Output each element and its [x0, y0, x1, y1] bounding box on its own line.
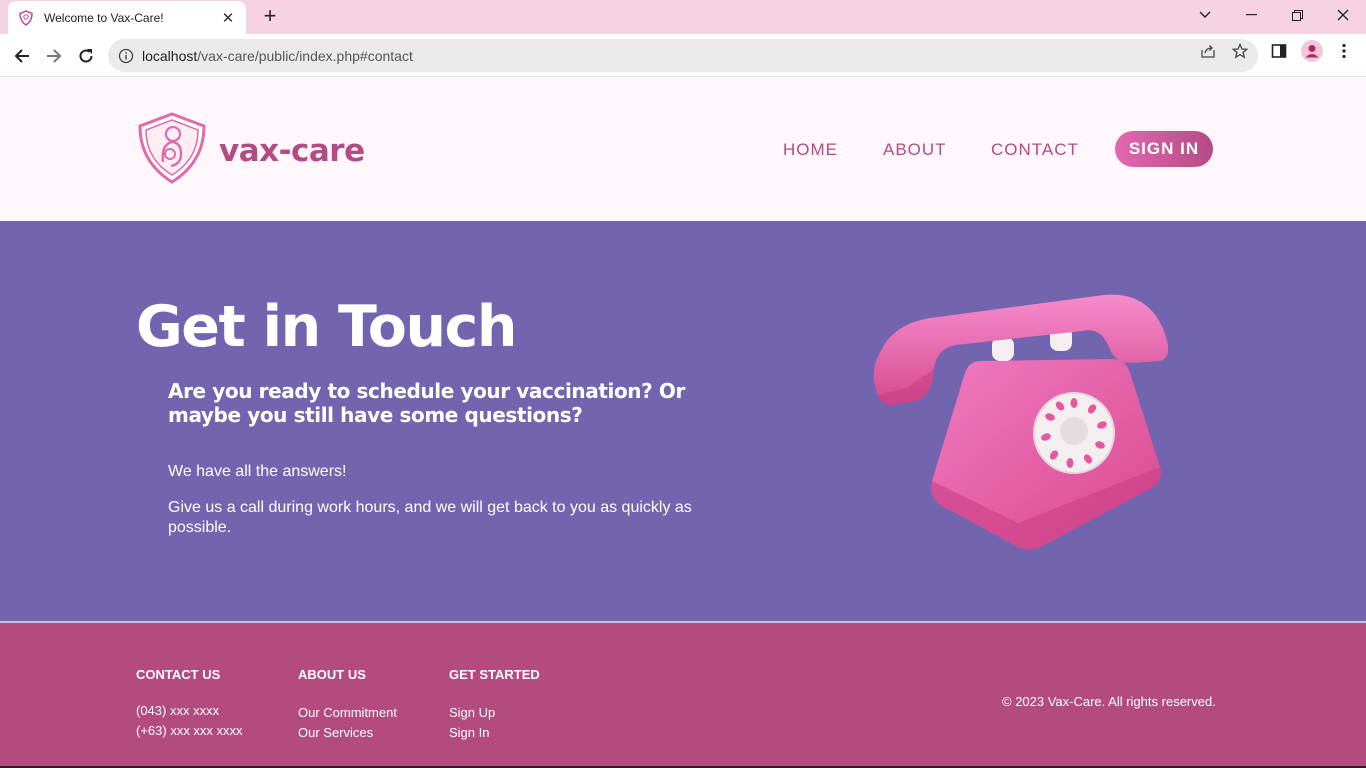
footer-about-column: ABOUT US Our Commitment Our Services	[298, 667, 397, 743]
back-arrow-icon[interactable]	[8, 42, 36, 70]
footer-phone-landline: (043) xxx xxxx	[136, 703, 220, 718]
site-info-icon[interactable]	[118, 48, 134, 64]
footer-get-started-heading: GET STARTED	[449, 667, 540, 682]
nav-home[interactable]: HOME	[783, 140, 838, 160]
new-tab-button[interactable]: +	[258, 5, 282, 29]
vax-care-favicon-icon	[18, 9, 34, 26]
footer-get-started-column: GET STARTED Sign Up Sign In	[449, 667, 540, 743]
footer-link-sign-in[interactable]: Sign In	[449, 723, 540, 743]
contact-answers-text: We have all the answers!	[168, 463, 347, 480]
contact-call-text: Give us a call during work hours, and we…	[168, 499, 692, 536]
footer-copyright: © 2023 Vax-Care. All rights reserved.	[1002, 694, 1216, 709]
profile-avatar-icon[interactable]	[1301, 40, 1323, 62]
close-tab-icon[interactable]: ✕	[220, 9, 236, 27]
bookmark-star-icon[interactable]	[1231, 42, 1249, 60]
reload-icon[interactable]	[72, 42, 100, 70]
side-panel-icon[interactable]	[1270, 42, 1288, 60]
browser-tab[interactable]: Welcome to Vax-Care! ✕	[8, 1, 246, 34]
footer-contact-column: CONTACT US (043) xxx xxxx (+63) xxx xxx …	[136, 667, 243, 741]
nav-about[interactable]: ABOUT	[883, 140, 947, 160]
minimize-icon[interactable]	[1228, 0, 1274, 30]
sign-in-button[interactable]: SIGN IN	[1115, 131, 1213, 167]
pink-telephone-illustration	[868, 291, 1172, 553]
footer-link-our-services[interactable]: Our Services	[298, 723, 397, 743]
footer-about-heading: ABOUT US	[298, 667, 366, 682]
url-text: localhost/vax-care/public/index.php#cont…	[142, 47, 413, 64]
footer-link-sign-up[interactable]: Sign Up	[449, 703, 540, 723]
contact-title: Get in Touch	[136, 294, 517, 360]
tab-title: Welcome to Vax-Care!	[44, 10, 164, 25]
nav-contact[interactable]: CONTACT	[991, 140, 1079, 160]
tab-search-icon[interactable]	[1182, 0, 1228, 30]
share-icon[interactable]	[1199, 42, 1217, 60]
browser-toolbar: localhost/vax-care/public/index.php#cont…	[0, 34, 1366, 77]
contact-section: Get in Touch Are you ready to schedule y…	[0, 221, 1366, 621]
footer-contact-heading: CONTACT US	[136, 667, 221, 682]
address-bar[interactable]: localhost/vax-care/public/index.php#cont…	[108, 39, 1258, 72]
site-footer: CONTACT US (043) xxx xxxx (+63) xxx xxx …	[0, 621, 1366, 768]
forward-arrow-icon[interactable]	[40, 42, 68, 70]
contact-subtitle: Are you ready to schedule your vaccinati…	[168, 379, 685, 427]
browser-menu-icon[interactable]	[1335, 42, 1353, 60]
footer-phone-mobile: (+63) xxx xxx xxxx	[136, 723, 243, 738]
browser-tab-strip: Welcome to Vax-Care! ✕ +	[0, 0, 1366, 34]
restore-icon[interactable]	[1274, 0, 1320, 30]
footer-link-our-commitment[interactable]: Our Commitment	[298, 703, 397, 723]
close-window-icon[interactable]	[1320, 0, 1366, 30]
